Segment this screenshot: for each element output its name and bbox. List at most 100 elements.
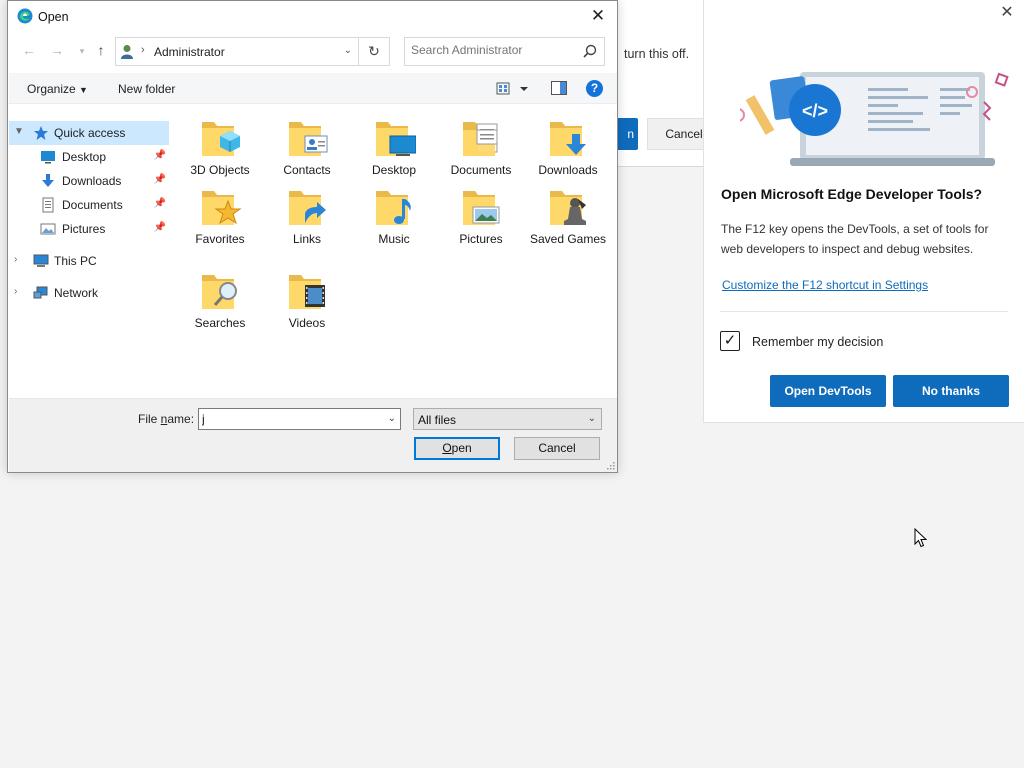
nav-item-this-pc[interactable]: › This PC [9, 249, 169, 273]
file-name: Videos [288, 316, 326, 330]
folder-item-desktop[interactable]: Desktop [352, 108, 436, 188]
nav-item-label: Documents [62, 198, 123, 212]
nav-item-label: Network [54, 286, 99, 300]
file-name: Documents [450, 163, 512, 177]
nav-item-quick-access[interactable]: ▼ Quick access [9, 121, 169, 145]
pin-icon[interactable]: 📌 [154, 222, 166, 233]
breadcrumb-location[interactable]: Administrator [154, 45, 225, 59]
close-icon[interactable]: ✕ [998, 4, 1016, 22]
no-thanks-button[interactable]: No thanks [893, 375, 1009, 407]
dialog-toolbar: Organize ▼ New folder ? [9, 73, 617, 104]
chevron-right-icon[interactable]: › [14, 254, 17, 265]
devtools-prompt: ✕ </> Open Microsoft Edge Developer Tool… [703, 0, 1024, 423]
user-folder-icon [121, 45, 133, 59]
file-name-label-part: ame: [167, 412, 195, 426]
computer-icon [33, 254, 49, 267]
pin-icon[interactable]: 📌 [154, 198, 166, 209]
folder-item-favorites[interactable]: Favorites [178, 177, 262, 257]
organize-button[interactable]: Organize ▼ [27, 82, 88, 96]
remember-decision-checkbox[interactable]: ✓ [720, 331, 740, 351]
videos-folder-icon [289, 275, 325, 309]
forward-arrow-icon[interactable]: → [48, 42, 66, 58]
search-icon [583, 44, 597, 58]
chevron-down-icon[interactable]: ⌄ [388, 413, 396, 424]
folder-item-3d-objects[interactable]: 3D Objects [178, 108, 262, 188]
nav-item-label: Downloads [62, 174, 122, 188]
chevron-down-icon: ▼ [79, 85, 88, 95]
help-icon[interactable]: ? [586, 80, 603, 97]
devtools-prompt-title: Open Microsoft Edge Developer Tools? [721, 186, 983, 202]
folder-item-downloads[interactable]: Downloads [526, 108, 610, 188]
open-button-accesskey: O [442, 441, 452, 455]
chevron-down-icon[interactable]: ⌄ [344, 45, 352, 56]
pin-icon[interactable]: 📌 [154, 174, 166, 185]
open-button-label: pen [451, 441, 472, 455]
cancel-button[interactable]: Cancel [514, 437, 600, 460]
chevron-down-icon[interactable]: ▼ [14, 126, 24, 137]
nav-item-network[interactable]: › Network [9, 281, 169, 305]
documents-icon [42, 197, 54, 213]
devtools-illustration: </> [740, 72, 1009, 166]
file-name-combobox[interactable]: ⌄ [198, 408, 401, 430]
resize-grip-icon[interactable] [605, 460, 615, 470]
pin-icon[interactable]: 📌 [154, 150, 166, 161]
new-folder-button[interactable]: New folder [118, 82, 175, 96]
folder-item-videos[interactable]: Videos [265, 261, 349, 341]
nav-item-pictures[interactable]: Pictures 📌 [9, 217, 169, 241]
search-box[interactable] [404, 37, 605, 66]
edge-icon [17, 8, 33, 24]
file-name: Downloads [538, 163, 598, 177]
favorites-folder-icon [202, 191, 242, 225]
nav-item-label: Pictures [62, 222, 106, 236]
mouse-cursor-icon [914, 528, 928, 548]
contacts-folder-icon [289, 122, 328, 156]
music-folder-icon [376, 191, 411, 225]
saved-games-folder-icon [550, 191, 586, 225]
search-input[interactable] [411, 43, 571, 57]
dialog-titlebar[interactable]: Open ✕ [8, 1, 617, 32]
preview-pane-icon[interactable] [551, 81, 567, 95]
nav-item-documents[interactable]: Documents 📌 [9, 193, 169, 217]
refresh-icon[interactable]: ↻ [359, 37, 390, 66]
file-name-label: File name: [138, 412, 194, 426]
file-name: 3D Objects [190, 163, 250, 177]
network-icon [33, 286, 48, 299]
divider [720, 311, 1008, 312]
file-name-input[interactable] [202, 412, 372, 426]
3d-objects-folder-icon [202, 122, 240, 156]
recent-locations-chevron-icon[interactable]: ▾ [73, 46, 91, 57]
address-bar[interactable]: › Administrator ⌄ [115, 37, 359, 66]
file-name: Links [292, 232, 321, 246]
dialog-footer: File name: ⌄ All files ⌄ Open Cancel [9, 398, 617, 472]
up-arrow-icon[interactable]: ↑ [92, 42, 110, 58]
folder-item-searches[interactable]: Searches [178, 261, 262, 341]
background-dialog-text: turn this off. [624, 47, 690, 61]
chevron-right-icon[interactable]: › [14, 286, 17, 297]
open-button[interactable]: Open [414, 437, 500, 460]
file-name: Pictures [459, 232, 503, 246]
folder-item-documents[interactable]: Documents [439, 108, 523, 188]
back-arrow-icon[interactable]: ← [20, 42, 38, 58]
desktop-icon [41, 151, 55, 164]
nav-item-downloads[interactable]: Downloads 📌 [9, 169, 169, 193]
remember-decision-label: Remember my decision [752, 335, 884, 349]
open-devtools-button[interactable]: Open DevTools [770, 375, 886, 407]
change-view-icon[interactable] [496, 81, 532, 97]
folder-item-saved-games[interactable]: Saved Games [526, 177, 610, 257]
folder-item-contacts[interactable]: Contacts [265, 108, 349, 188]
nav-item-desktop[interactable]: Desktop 📌 [9, 145, 169, 169]
file-name: Saved Games [529, 232, 607, 246]
navigation-pane: ▼ Quick access Desktop 📌 Downloads 📌 Doc… [9, 106, 169, 396]
folder-item-music[interactable]: Music [352, 177, 436, 257]
pictures-folder-icon [463, 191, 500, 225]
close-icon[interactable]: ✕ [587, 5, 609, 27]
folder-item-links[interactable]: Links [265, 177, 349, 257]
file-list: 3D Objects Contacts Desktop Documents Do… [178, 106, 618, 396]
folder-item-pictures[interactable]: Pictures [439, 177, 523, 257]
chevron-down-icon[interactable]: ⌄ [588, 413, 596, 424]
pictures-icon [40, 223, 56, 235]
download-icon [42, 174, 54, 187]
devtools-prompt-description: The F12 key opens the DevTools, a set of… [721, 222, 989, 256]
file-type-select[interactable]: All files ⌄ [413, 408, 602, 430]
customize-shortcut-link[interactable]: Customize the F12 shortcut in Settings [722, 278, 928, 292]
